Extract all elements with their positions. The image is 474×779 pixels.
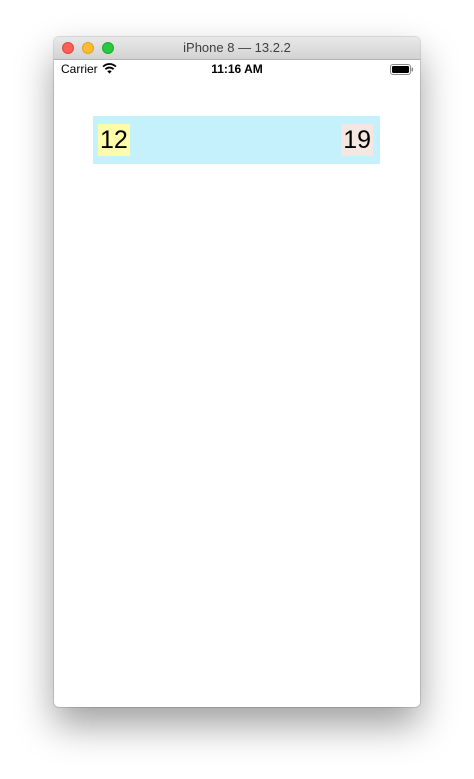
left-number-label: 12 (98, 124, 130, 156)
status-time: 11:16 AM (211, 62, 263, 76)
app-screen: 12 19 (54, 78, 420, 707)
battery-icon (390, 64, 414, 75)
simulator-window: iPhone 8 — 13.2.2 Carrier 11:16 AM 12 19 (54, 37, 420, 707)
label-row: 12 19 (93, 116, 380, 164)
status-bar: Carrier 11:16 AM (54, 60, 420, 78)
window-title: iPhone 8 — 13.2.2 (183, 40, 291, 55)
right-number-label: 19 (341, 124, 373, 156)
window-titlebar[interactable]: iPhone 8 — 13.2.2 (54, 37, 420, 60)
